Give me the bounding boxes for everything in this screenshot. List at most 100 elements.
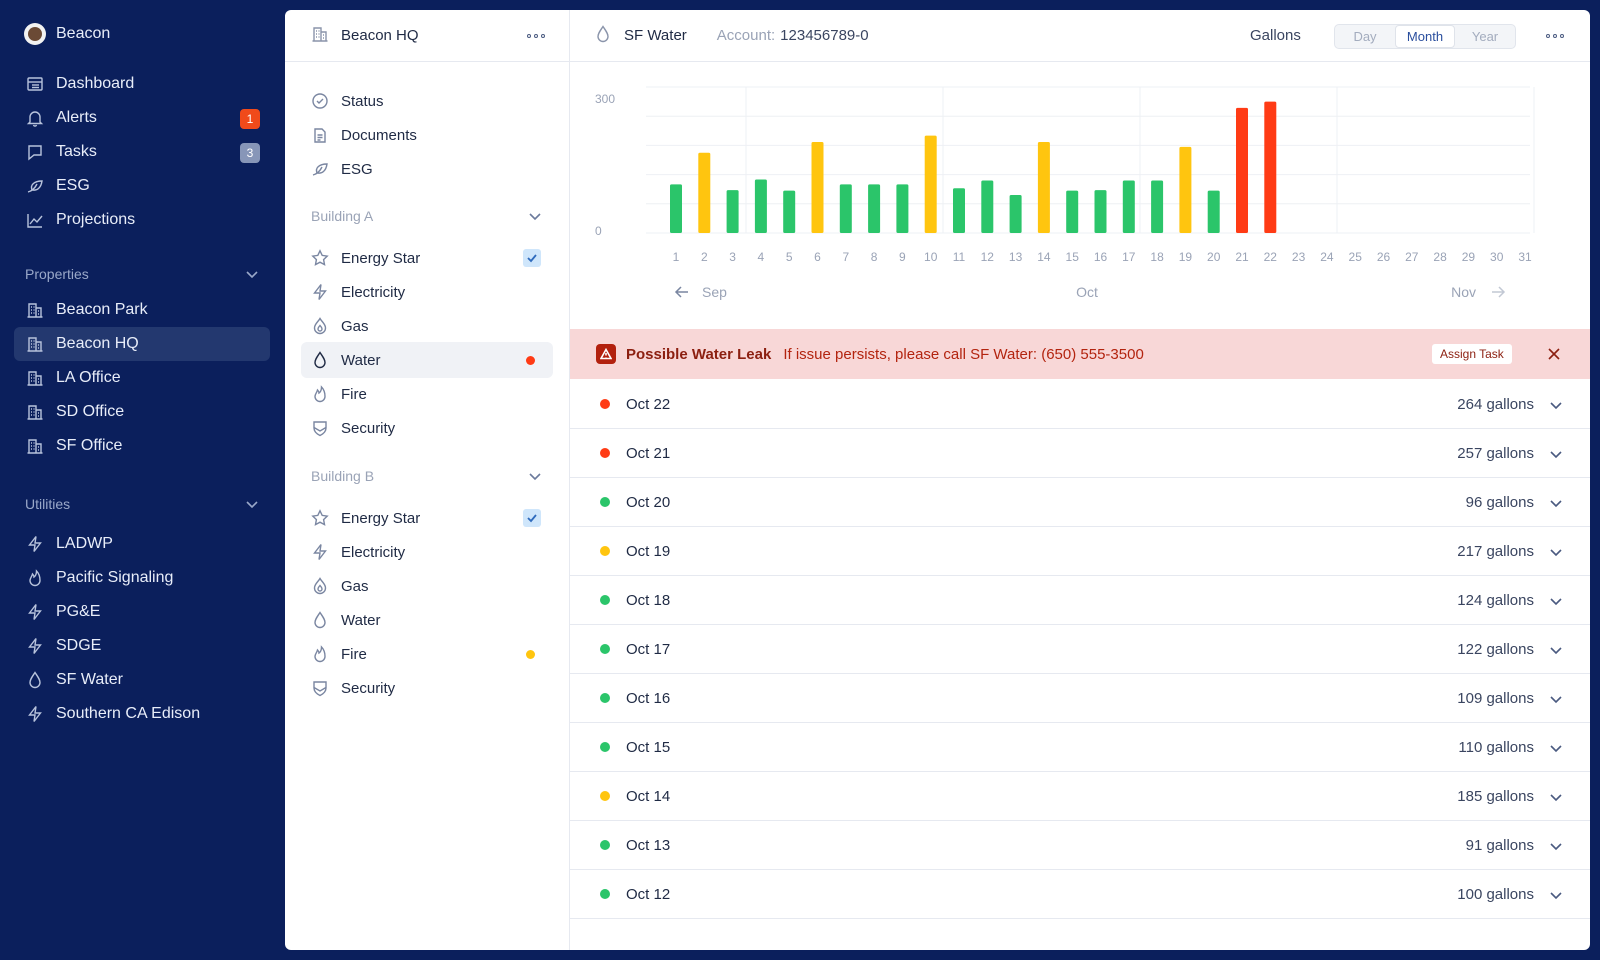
chevron-down-icon[interactable] xyxy=(1548,887,1564,907)
x-tick-label: 15 xyxy=(1066,250,1080,264)
menu-item-gas-b[interactable]: Gas xyxy=(301,568,553,604)
sidebar-item-beacon-hq[interactable]: Beacon HQ xyxy=(14,327,270,361)
menu-item-security-a[interactable]: Security xyxy=(301,410,553,446)
chart-bar xyxy=(1179,146,1192,233)
more-options-icon[interactable] xyxy=(527,33,545,38)
chevron-down-icon[interactable] xyxy=(1548,789,1564,809)
menu-item-water-b[interactable]: Water xyxy=(301,602,553,638)
building-a-section-header[interactable]: Building A xyxy=(311,208,543,224)
usage-bar-chart: 30001 2 3 4 5 6 7 8 9 10 11 12 13 14 15 16 17 18 19 20 21 22 2… xyxy=(595,86,1535,300)
reading-row[interactable]: Oct 15 110 gallons xyxy=(570,723,1590,772)
previous-period-label[interactable]: Sep xyxy=(702,284,727,300)
flame-icon xyxy=(26,569,44,587)
sidebar-item-dashboard[interactable]: Dashboard xyxy=(14,67,270,101)
menu-item-electricity-b[interactable]: Electricity xyxy=(301,534,553,570)
reading-row[interactable]: Oct 20 96 gallons xyxy=(570,478,1590,527)
status-dot xyxy=(600,742,610,752)
section-label: Properties xyxy=(25,266,89,282)
reading-row[interactable]: Oct 19 217 gallons xyxy=(570,527,1590,576)
menu-item-esg[interactable]: ESG xyxy=(301,151,553,187)
sidebar-item-pge[interactable]: PG&E xyxy=(14,595,270,629)
sidebar-item-southern-ca-edison[interactable]: Southern CA Edison xyxy=(14,697,270,731)
chart-bar xyxy=(924,135,937,233)
sidebar-item-sf-office[interactable]: SF Office xyxy=(14,429,270,463)
bolt-icon xyxy=(311,283,329,301)
sidebar-item-esg[interactable]: ESG xyxy=(14,169,270,203)
menu-item-water-a[interactable]: Water xyxy=(301,342,553,378)
chevron-down-icon[interactable] xyxy=(1548,495,1564,515)
chart-bar xyxy=(726,190,739,233)
period-day-button[interactable]: Day xyxy=(1335,25,1395,48)
utility-header: SF Water Account: 123456789-0 Gallons Da… xyxy=(570,10,1590,62)
chevron-down-icon[interactable] xyxy=(1548,642,1564,662)
checkmark-icon[interactable] xyxy=(523,249,541,267)
menu-item-fire-b[interactable]: Fire xyxy=(301,636,553,672)
chevron-down-icon[interactable] xyxy=(1548,544,1564,564)
brand[interactable]: Beacon xyxy=(24,23,110,45)
menu-item-gas-a[interactable]: Gas xyxy=(301,308,553,344)
menu-item-documents[interactable]: Documents xyxy=(301,117,553,153)
menu-item-energy-star-a[interactable]: Energy Star xyxy=(301,240,553,276)
x-tick-label: 1 xyxy=(673,250,680,264)
reading-row[interactable]: Oct 18 124 gallons xyxy=(570,576,1590,625)
x-tick-label: 30 xyxy=(1490,250,1504,264)
chevron-down-icon[interactable] xyxy=(1548,740,1564,760)
arrow-right-icon[interactable] xyxy=(1492,286,1506,298)
reading-date: Oct 19 xyxy=(626,542,671,560)
building-icon xyxy=(26,301,44,319)
building-b-section-header[interactable]: Building B xyxy=(311,468,543,484)
utilities-section-header[interactable]: Utilities xyxy=(25,496,260,512)
menu-item-fire-a[interactable]: Fire xyxy=(301,376,553,412)
sidebar-item-sf-water[interactable]: SF Water xyxy=(14,663,270,697)
close-icon[interactable] xyxy=(1546,346,1562,362)
sidebar-item-alerts[interactable]: Alerts 1 xyxy=(14,101,270,135)
reading-row[interactable]: Oct 17 122 gallons xyxy=(570,625,1590,674)
x-tick-label: 10 xyxy=(924,250,938,264)
sidebar-item-beacon-park[interactable]: Beacon Park xyxy=(14,293,270,327)
utility-detail-panel: SF Water Account: 123456789-0 Gallons Da… xyxy=(570,10,1590,950)
sidebar-item-label: LA Office xyxy=(56,369,121,386)
menu-item-label: ESG xyxy=(341,160,373,178)
sidebar-item-la-office[interactable]: LA Office xyxy=(14,361,270,395)
chevron-down-icon[interactable] xyxy=(1548,691,1564,711)
reading-row[interactable]: Oct 14 185 gallons xyxy=(570,772,1590,821)
sidebar-item-label: Beacon HQ xyxy=(56,335,139,352)
sidebar-item-sdge[interactable]: SDGE xyxy=(14,629,270,663)
sidebar-item-ladwp[interactable]: LADWP xyxy=(14,527,270,561)
section-label: Utilities xyxy=(25,496,71,512)
menu-item-electricity-a[interactable]: Electricity xyxy=(301,274,553,310)
x-tick-label: 4 xyxy=(758,250,765,264)
sidebar-item-projections[interactable]: Projections xyxy=(14,203,270,237)
bell-icon xyxy=(26,109,44,127)
reading-row[interactable]: Oct 13 91 gallons xyxy=(570,821,1590,870)
sidebar-item-pacific-signaling[interactable]: Pacific Signaling xyxy=(14,561,270,595)
x-tick-label: 13 xyxy=(1009,250,1023,264)
sidebar-item-sd-office[interactable]: SD Office xyxy=(14,395,270,429)
period-month-button[interactable]: Month xyxy=(1395,25,1455,48)
reading-row[interactable]: Oct 22 264 gallons xyxy=(570,380,1590,429)
more-options-icon[interactable] xyxy=(1546,34,1564,38)
reading-row[interactable]: Oct 21 257 gallons xyxy=(570,429,1590,478)
chevron-down-icon[interactable] xyxy=(1548,446,1564,466)
utility-name: SF Water xyxy=(624,27,687,44)
reading-value: 217 gallons xyxy=(1457,542,1534,560)
reading-value: 257 gallons xyxy=(1457,444,1534,462)
arrow-left-icon[interactable] xyxy=(674,286,688,298)
chevron-down-icon[interactable] xyxy=(1548,397,1564,417)
chevron-down-icon[interactable] xyxy=(1548,838,1564,858)
sidebar-item-tasks[interactable]: Tasks 3 xyxy=(14,135,270,169)
chevron-down-icon[interactable] xyxy=(1548,593,1564,613)
menu-item-energy-star-b[interactable]: Energy Star xyxy=(301,500,553,536)
reading-value: 185 gallons xyxy=(1457,787,1534,805)
assign-task-button[interactable]: Assign Task xyxy=(1432,344,1512,364)
period-year-button[interactable]: Year xyxy=(1455,25,1515,48)
checkmark-icon[interactable] xyxy=(523,509,541,527)
reading-row[interactable]: Oct 12 100 gallons xyxy=(570,870,1590,919)
menu-item-status[interactable]: Status xyxy=(301,83,553,119)
chevron-down-icon xyxy=(246,271,258,279)
reading-row[interactable]: Oct 16 109 gallons xyxy=(570,674,1590,723)
next-period-label[interactable]: Nov xyxy=(1451,284,1476,300)
building-icon xyxy=(26,437,44,455)
properties-section-header[interactable]: Properties xyxy=(25,266,260,282)
menu-item-security-b[interactable]: Security xyxy=(301,670,553,706)
